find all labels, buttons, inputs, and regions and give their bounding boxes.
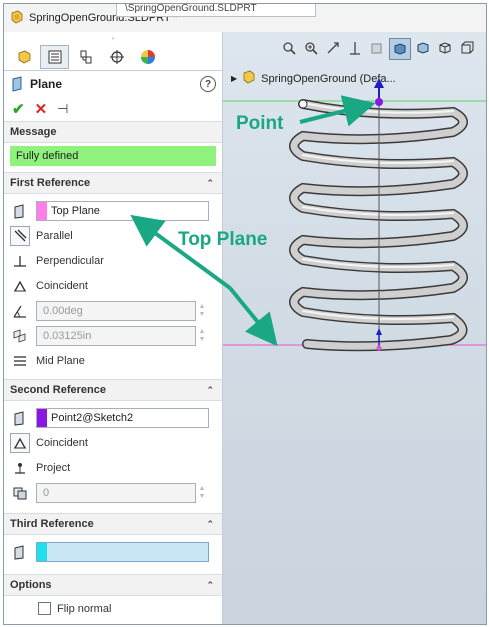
third-reference-row	[4, 539, 222, 564]
second-reference-field[interactable]: Point2@Sketch2	[36, 407, 209, 428]
tab-configuration-manager[interactable]	[71, 45, 100, 69]
tab-property-manager[interactable]	[40, 45, 69, 69]
collapse-chevron-icon[interactable]: ⌃	[206, 580, 214, 591]
collapse-chevron-icon[interactable]: ⌃	[206, 178, 214, 189]
tab-display-manager[interactable]	[133, 45, 162, 69]
angle-input[interactable]: 0.00deg	[36, 300, 196, 321]
first-reference-row: Top Plane	[4, 198, 222, 223]
offset-distance-icon[interactable]	[10, 326, 30, 346]
project-label: Project	[36, 461, 71, 474]
angle-spinner[interactable]: ▲ ▼	[196, 301, 208, 321]
third-reference-field[interactable]	[36, 541, 209, 562]
option-coincident-second[interactable]: Coincident	[4, 430, 222, 455]
action-buttons: ✔ ✕ ⊣	[4, 97, 222, 121]
collapse-chevron-icon[interactable]: ⌃	[206, 519, 214, 530]
pushpin-icon[interactable]: ⊣	[57, 101, 68, 117]
third-reference-title: Third Reference	[10, 518, 94, 530]
second-reference-row: Point2@Sketch2	[4, 405, 222, 430]
mid-plane-label: Mid Plane	[36, 354, 85, 367]
first-reference-swatch	[37, 201, 47, 220]
plane-icon	[12, 76, 22, 92]
message-section-header[interactable]: Message	[4, 121, 222, 143]
second-reference-swatch	[37, 408, 47, 427]
top-plane-annotation: Top Plane	[178, 229, 268, 250]
property-list-icon	[48, 50, 61, 64]
third-reference-header[interactable]: Third Reference ⌃	[4, 513, 222, 535]
options-title: Options	[10, 579, 52, 591]
distance-row: 0.03125in ▲ ▼	[4, 323, 222, 348]
perpendicular-icon[interactable]	[10, 251, 30, 271]
second-reference-header[interactable]: Second Reference ⌃	[4, 379, 222, 401]
tab-dimxpert-manager[interactable]	[102, 45, 131, 69]
flip-normal-row[interactable]: Flip normal	[4, 596, 222, 621]
parallel-label: Parallel	[36, 229, 73, 242]
pattern-icon[interactable]	[10, 483, 30, 503]
property-manager-header: Plane ?	[4, 71, 222, 97]
appearance-pie-icon	[140, 50, 155, 64]
distance-input[interactable]: 0.03125in	[36, 325, 196, 346]
coincident-label: Coincident	[36, 436, 88, 449]
count-value: 0	[43, 486, 50, 499]
cancel-x-icon[interactable]: ✕	[35, 100, 48, 118]
angle-row: 0.00deg ▲ ▼	[4, 298, 222, 323]
third-reference-swatch	[37, 542, 47, 561]
collapse-chevron-icon[interactable]: ⌃	[206, 385, 214, 396]
manager-tabs	[4, 44, 222, 71]
coincident-label: Coincident	[36, 279, 88, 292]
document-tab-strip: SpringOpenGround.SLDPRT * \SpringOpenGro…	[4, 4, 486, 32]
feature-tree-icon	[18, 50, 30, 64]
first-reference-field[interactable]: Top Plane	[36, 200, 209, 221]
ok-check-icon[interactable]: ✔	[12, 100, 25, 118]
flip-normal-checkbox[interactable]	[38, 602, 51, 615]
property-manager-panel: ◦ Plane ? ✔ ✕ ⊣ Message Fully defined Fi…	[4, 32, 223, 624]
perpendicular-label: Perpendicular	[36, 254, 104, 267]
file-path-tab: \SpringOpenGround.SLDPRT	[116, 4, 316, 17]
tab-feature-manager[interactable]	[9, 45, 38, 69]
angle-icon[interactable]	[10, 301, 30, 321]
status-message: Fully defined	[10, 146, 216, 166]
mid-plane-icon[interactable]	[10, 351, 30, 371]
crosshair-icon	[109, 50, 124, 64]
reference-entity-icon	[10, 201, 30, 221]
count-input[interactable]: 0	[36, 482, 196, 503]
second-reference-title: Second Reference	[10, 384, 106, 396]
first-reference-header[interactable]: First Reference ⌃	[4, 172, 222, 194]
second-reference-value: Point2@Sketch2	[51, 411, 134, 424]
first-reference-title: First Reference	[10, 177, 91, 189]
option-perpendicular[interactable]: Perpendicular	[4, 248, 222, 273]
parallel-icon[interactable]	[10, 225, 30, 246]
distance-spinner[interactable]: ▲ ▼	[196, 326, 208, 346]
reference-entity-icon	[10, 408, 30, 428]
first-reference-value: Top Plane	[51, 204, 100, 217]
point-annotation: Point	[236, 113, 284, 134]
angle-value: 0.00deg	[43, 304, 83, 317]
option-coincident[interactable]: Coincident	[4, 273, 222, 298]
help-icon[interactable]: ?	[200, 76, 216, 92]
configuration-icon	[80, 50, 91, 64]
coincident-icon[interactable]	[10, 276, 30, 296]
solidworks-window: SpringOpenGround.SLDPRT * \SpringOpenGro…	[3, 3, 487, 625]
option-project[interactable]: Project	[4, 455, 222, 480]
reference-entity-icon	[10, 542, 30, 562]
pattern-count-row: 0 ▲ ▼	[4, 480, 222, 505]
coincident-icon[interactable]	[10, 432, 30, 453]
distance-value: 0.03125in	[43, 329, 92, 342]
message-section-title: Message	[10, 126, 57, 138]
count-spinner[interactable]: ▲ ▼	[196, 483, 208, 503]
project-icon[interactable]	[10, 458, 30, 478]
panel-grip[interactable]: ◦	[4, 32, 222, 44]
options-header[interactable]: Options ⌃	[4, 574, 222, 596]
option-mid-plane[interactable]: Mid Plane	[4, 348, 222, 373]
flip-normal-label: Flip normal	[57, 602, 112, 615]
property-manager-title: Plane	[30, 77, 63, 91]
part-icon	[10, 10, 24, 27]
